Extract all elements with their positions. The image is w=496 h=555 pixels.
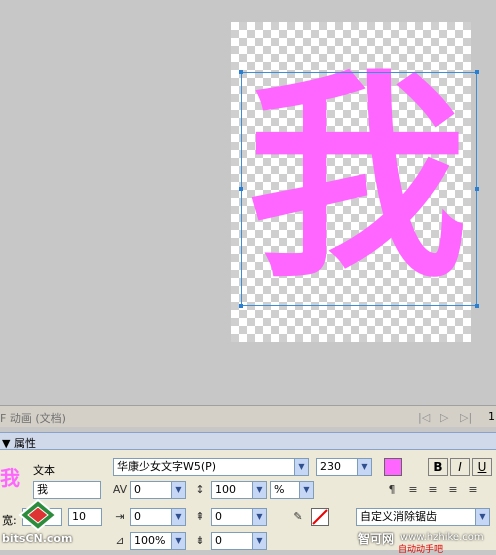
indent-icon: ⇥ xyxy=(115,510,125,523)
font-size-field[interactable]: 230 xyxy=(316,458,358,476)
resize-handle-bottom-left[interactable] xyxy=(239,304,243,308)
underline-button[interactable]: U xyxy=(472,458,492,476)
horizontal-scale-dropdown-button[interactable]: ▼ xyxy=(171,532,186,550)
properties-panel-header[interactable]: ▼ 属性 xyxy=(0,432,496,450)
tracking-icon: AV xyxy=(112,483,128,496)
font-size-dropdown-button[interactable]: ▼ xyxy=(357,458,372,476)
space-after-dropdown-button[interactable]: ▼ xyxy=(252,532,267,550)
align-left-icon[interactable]: ≡ xyxy=(404,481,422,499)
timeline-bar: F 动画 (文档) |◁ ▷ ▷| 1 xyxy=(0,405,496,427)
resize-handle-top-right[interactable] xyxy=(475,70,479,74)
antialias-dropdown-button[interactable]: ▼ xyxy=(475,508,490,526)
font-family-select[interactable]: 华康少女文字W5(P) xyxy=(113,458,295,476)
resize-handle-right[interactable] xyxy=(475,187,479,191)
leading-icon: ↕ xyxy=(195,483,205,496)
frame-number: 1 xyxy=(488,410,495,423)
leading-unit-dropdown-button[interactable]: ▼ xyxy=(299,481,314,499)
stroke-color-none-swatch[interactable] xyxy=(311,508,329,526)
text-fill-color-swatch[interactable] xyxy=(384,458,402,476)
leading-dropdown-button[interactable]: ▼ xyxy=(252,481,267,499)
antialias-select[interactable]: 自定义消除锯齿 xyxy=(356,508,476,526)
tracking-dropdown-button[interactable]: ▼ xyxy=(171,481,186,499)
resize-handle-bottom-right[interactable] xyxy=(475,304,479,308)
indent-dropdown-button[interactable]: ▼ xyxy=(171,508,186,526)
bitscn-watermark: bitsCN.com xyxy=(0,496,92,550)
space-before-dropdown-button[interactable]: ▼ xyxy=(252,508,267,526)
bitscn-brand-text: bitsCN.com xyxy=(2,532,73,545)
bold-button[interactable]: B xyxy=(428,458,448,476)
indent-field[interactable]: 0 xyxy=(130,508,172,526)
edit-pen-icon[interactable]: ✎ xyxy=(290,508,306,526)
properties-title: ▼ 属性 xyxy=(2,437,36,450)
text-tool-preview-icon: 我 xyxy=(0,466,20,490)
leading-unit-select[interactable]: % xyxy=(270,481,300,499)
leading-field[interactable]: 100 xyxy=(211,481,253,499)
forward-icon[interactable]: ▷| xyxy=(460,411,472,424)
space-before-field[interactable]: 0 xyxy=(211,508,253,526)
hzhike-brand-text: 智可网 xyxy=(358,532,395,546)
resize-handle-left[interactable] xyxy=(239,187,243,191)
space-after-field[interactable]: 0 xyxy=(211,532,253,550)
space-after-icon: ⇟ xyxy=(195,534,205,547)
tracking-field[interactable]: 0 xyxy=(130,481,172,499)
align-justify-icon[interactable]: ≡ xyxy=(464,481,482,499)
hzhike-watermark: 智可网 www.hzhike.com 自动动手吧 xyxy=(358,526,496,555)
align-center-icon[interactable]: ≡ xyxy=(424,481,442,499)
text-direction-icon[interactable]: ¶ xyxy=(384,481,400,499)
font-family-dropdown-button[interactable]: ▼ xyxy=(294,458,309,476)
bitscn-logo-icon xyxy=(18,498,58,532)
timeline-label: F 动画 (文档) xyxy=(0,412,66,425)
play-icon[interactable]: ▷ xyxy=(440,411,448,424)
horizontal-scale-icon: ⊿ xyxy=(115,534,125,547)
no-color-slash-icon xyxy=(312,509,328,525)
italic-button[interactable]: I xyxy=(450,458,470,476)
rewind-icon[interactable]: |◁ xyxy=(418,411,430,424)
space-before-icon: ⇞ xyxy=(195,510,205,523)
selection-bounding-box[interactable] xyxy=(241,72,477,306)
horizontal-scale-field[interactable]: 100% xyxy=(130,532,172,550)
hzhike-sub-text: 自动动手吧 xyxy=(398,545,444,555)
element-type-label: 文本 xyxy=(33,464,55,477)
align-right-icon[interactable]: ≡ xyxy=(444,481,462,499)
resize-handle-top-left[interactable] xyxy=(239,70,243,74)
